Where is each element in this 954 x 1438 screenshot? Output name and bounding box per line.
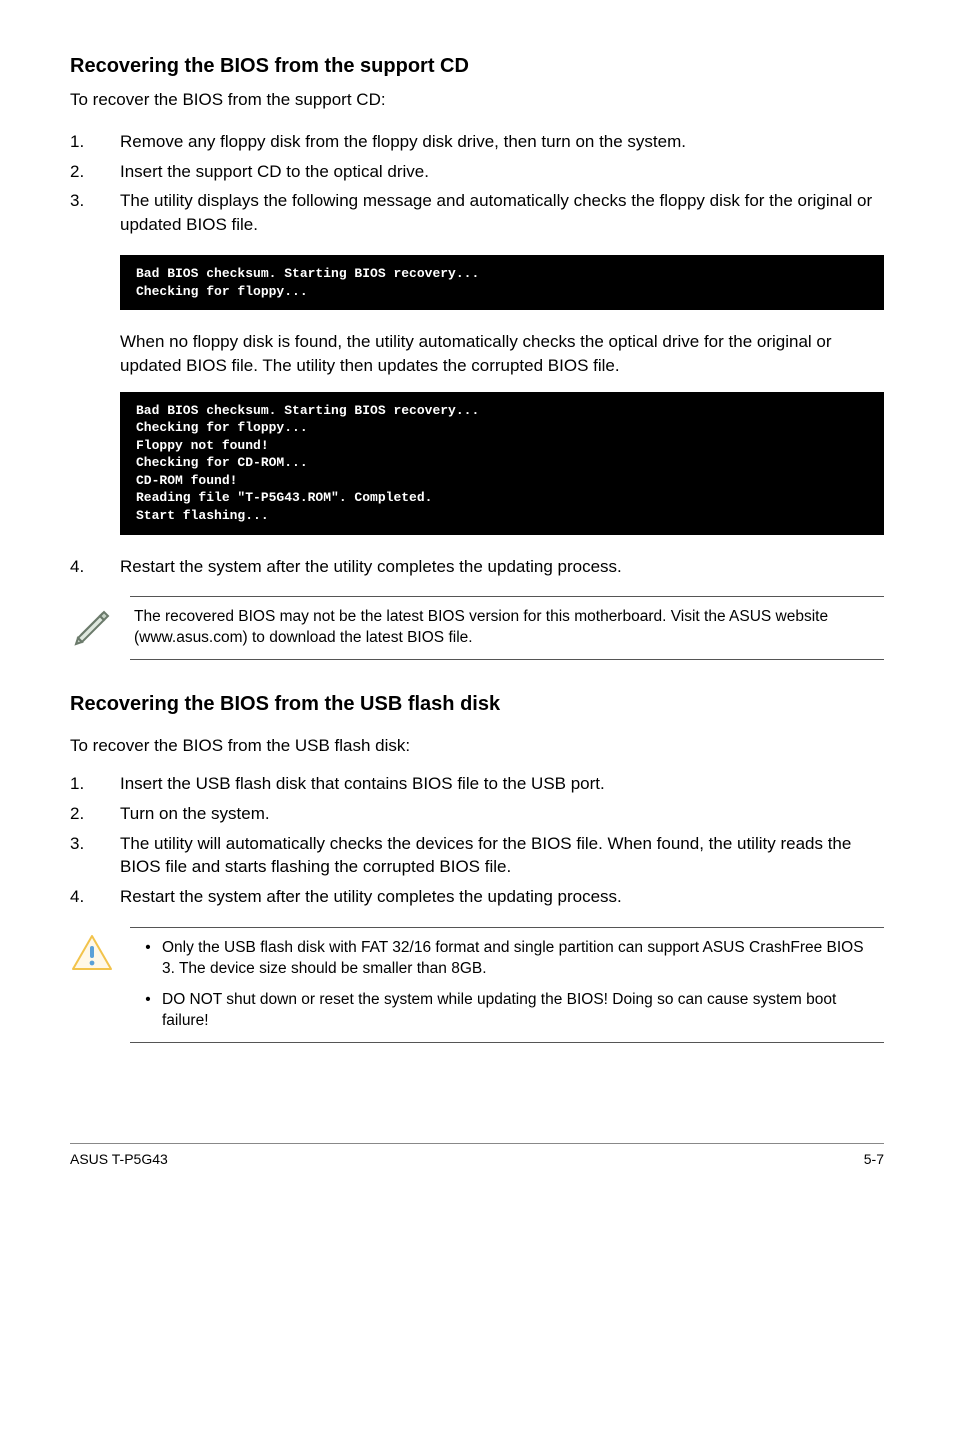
- section2-heading: Recovering the BIOS from the USB flash d…: [70, 690, 884, 718]
- section1-step4: 4. Restart the system after the utility …: [70, 555, 884, 579]
- step-text: Insert the USB flash disk that contains …: [120, 772, 884, 796]
- section1-heading: Recovering the BIOS from the support CD: [70, 52, 884, 80]
- list-item: 2. Insert the support CD to the optical …: [70, 160, 884, 184]
- code-block-1: Bad BIOS checksum. Starting BIOS recover…: [120, 255, 884, 310]
- bullet-icon: •: [134, 938, 162, 980]
- step-number: 3.: [70, 189, 120, 237]
- list-item: 1. Insert the USB flash disk that contai…: [70, 772, 884, 796]
- step-number: 3.: [70, 832, 120, 880]
- list-item: 2. Turn on the system.: [70, 802, 884, 826]
- warning-text: DO NOT shut down or reset the system whi…: [162, 990, 880, 1032]
- code-block-2: Bad BIOS checksum. Starting BIOS recover…: [120, 392, 884, 535]
- footer-left: ASUS T-P5G43: [70, 1150, 168, 1170]
- list-item: 4. Restart the system after the utility …: [70, 555, 884, 579]
- list-item: 3. The utility displays the following me…: [70, 189, 884, 237]
- step-number: 4.: [70, 885, 120, 909]
- step-number: 2.: [70, 160, 120, 184]
- list-item: 4. Restart the system after the utility …: [70, 885, 884, 909]
- step-text: Turn on the system.: [120, 802, 884, 826]
- warning-callout: • Only the USB flash disk with FAT 32/16…: [70, 927, 884, 1043]
- warning-icon: [70, 927, 130, 973]
- page-footer: ASUS T-P5G43 5-7: [70, 1143, 884, 1170]
- step-number: 1.: [70, 130, 120, 154]
- step-text: The utility displays the following messa…: [120, 189, 884, 237]
- section1-intro: To recover the BIOS from the support CD:: [70, 88, 884, 112]
- note-callout: The recovered BIOS may not be the latest…: [70, 596, 884, 660]
- list-item: • Only the USB flash disk with FAT 32/16…: [134, 938, 880, 980]
- warning-list: • Only the USB flash disk with FAT 32/16…: [134, 938, 880, 1032]
- list-item: • DO NOT shut down or reset the system w…: [134, 990, 880, 1032]
- footer-right: 5-7: [864, 1150, 884, 1170]
- bullet-icon: •: [134, 990, 162, 1032]
- section1-mid-paragraph: When no floppy disk is found, the utilit…: [120, 330, 884, 378]
- warning-body: • Only the USB flash disk with FAT 32/16…: [130, 927, 884, 1043]
- pencil-icon: [70, 596, 130, 646]
- step-text: Restart the system after the utility com…: [120, 555, 884, 579]
- step-text: Restart the system after the utility com…: [120, 885, 884, 909]
- section2-intro: To recover the BIOS from the USB flash d…: [70, 734, 884, 758]
- step-text: Insert the support CD to the optical dri…: [120, 160, 884, 184]
- note-text: The recovered BIOS may not be the latest…: [130, 596, 884, 660]
- step-number: 2.: [70, 802, 120, 826]
- step-text: The utility will automatically checks th…: [120, 832, 884, 880]
- step-number: 4.: [70, 555, 120, 579]
- step-text: Remove any floppy disk from the floppy d…: [120, 130, 884, 154]
- step-number: 1.: [70, 772, 120, 796]
- section1-steps: 1. Remove any floppy disk from the flopp…: [70, 130, 884, 237]
- warning-text: Only the USB flash disk with FAT 32/16 f…: [162, 938, 880, 980]
- section2-steps: 1. Insert the USB flash disk that contai…: [70, 772, 884, 909]
- list-item: 1. Remove any floppy disk from the flopp…: [70, 130, 884, 154]
- list-item: 3. The utility will automatically checks…: [70, 832, 884, 880]
